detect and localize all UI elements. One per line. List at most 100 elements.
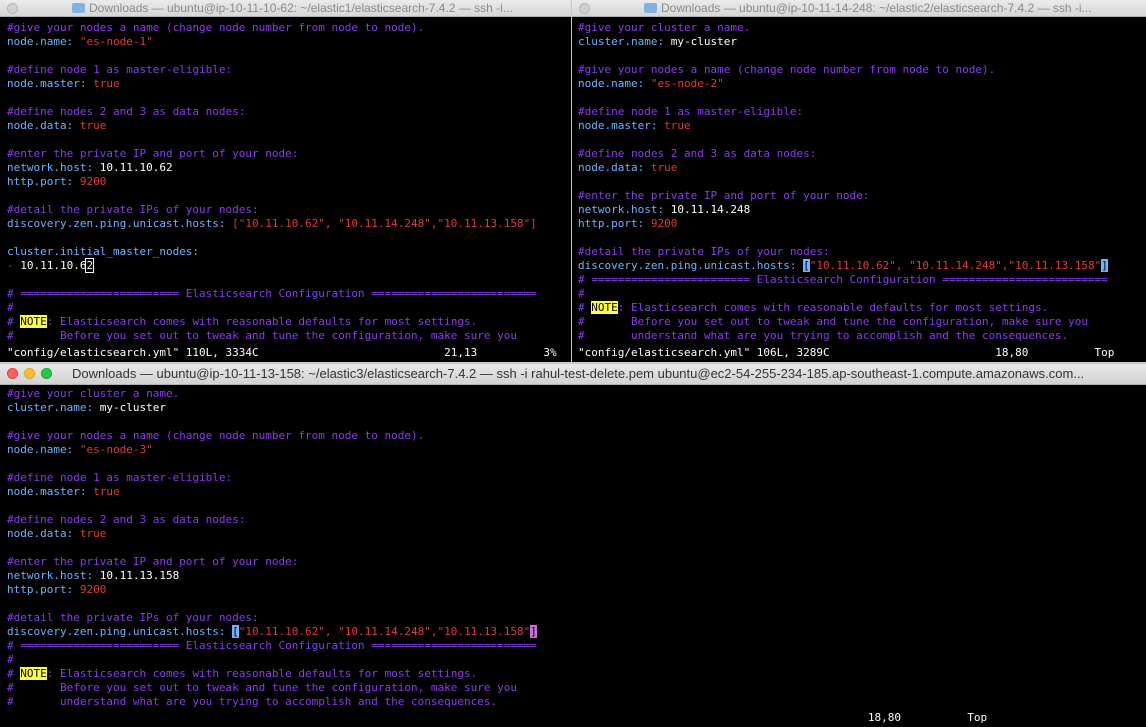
- terminal-content[interactable]: #give your cluster a name. cluster.name: …: [7, 387, 1146, 709]
- terminal-line: #enter the private IP and port of your n…: [7, 147, 571, 161]
- close-icon[interactable]: [7, 3, 18, 14]
- terminal-line: #define nodes 2 and 3 as data nodes:: [7, 513, 1146, 527]
- terminal-content[interactable]: #give your cluster a name. cluster.name: …: [578, 21, 1146, 343]
- terminal-line: #enter the private IP and port of your n…: [578, 189, 1146, 203]
- line-text: # ======================== Elasticsearch…: [7, 639, 537, 652]
- line-text: 9200: [79, 175, 107, 188]
- terminal-line: http.port: 9200: [7, 175, 571, 189]
- terminal-window-node1[interactable]: Downloads — ubuntu@ip-10-11-10-62: ~/ela…: [0, 0, 571, 362]
- line-text: #: [578, 301, 592, 314]
- line-text: # ======================== Elasticsearch…: [7, 287, 537, 300]
- terminal-line: cluster.name: my-cluster: [578, 35, 1146, 49]
- text-cursor: ]: [1101, 259, 1108, 272]
- terminal-line: discovery.zen.ping.unicast.hosts: ["10.1…: [7, 217, 571, 231]
- terminal-line: discovery.zen.ping.unicast.hosts: ["10.1…: [7, 625, 1146, 639]
- line-text: [73, 119, 80, 132]
- terminal-line: # ======================== Elasticsearch…: [7, 639, 1146, 653]
- line-text: #give your cluster a name.: [578, 21, 751, 34]
- line-text: 9200: [650, 217, 678, 230]
- line-text: 10.11.10.6: [13, 259, 87, 272]
- terminal-line: #detail the private IPs of your nodes:: [7, 611, 1146, 625]
- line-text: cluster.name:: [7, 401, 94, 414]
- terminal-line: # NOTE: Elasticsearch comes with reasona…: [7, 667, 1146, 681]
- line-text: true: [79, 119, 107, 132]
- window-title: Downloads — ubuntu@ip-10-11-10-62: ~/ela…: [89, 1, 513, 15]
- terminal-line: #give your nodes a name (change node num…: [578, 63, 1146, 77]
- line-text: # ======================== Elasticsearch…: [578, 273, 1108, 286]
- line-text: # Before you set out to tweak and tune t…: [7, 329, 517, 342]
- line-text: #give your nodes a name (change node num…: [7, 429, 425, 442]
- close-icon[interactable]: [579, 3, 590, 14]
- line-text: -: [7, 259, 14, 272]
- line-text: network.host:: [7, 569, 94, 582]
- line-text: #give your cluster a name.: [7, 387, 180, 400]
- line-text: 10.11.13.158: [93, 569, 180, 582]
- folder-icon: [644, 3, 657, 13]
- terminal-line: - 10.11.10.62: [7, 258, 571, 273]
- terminal-line: node.master: true: [7, 77, 571, 91]
- note-highlight: NOTE: [20, 667, 47, 680]
- terminal-line: # NOTE: Elasticsearch comes with reasona…: [578, 301, 1146, 315]
- line-text: "es-node-1": [79, 35, 153, 48]
- text-cursor: 2: [85, 258, 95, 273]
- line-text: #define node 1 as master-eligible:: [7, 63, 233, 76]
- terminal-window-node3[interactable]: Downloads — ubuntu@ip-10-11-13-158: ~/el…: [0, 364, 1146, 727]
- line-text: # Before you set out to tweak and tune t…: [578, 315, 1088, 328]
- line-text: #: [7, 301, 14, 314]
- line-text: true: [664, 119, 691, 132]
- minimize-button[interactable]: [24, 368, 35, 379]
- line-text: #: [7, 315, 21, 328]
- terminal-line: #enter the private IP and port of your n…: [7, 555, 1146, 569]
- line-text: # Before you set out to tweak and tune t…: [7, 681, 517, 694]
- line-text: "10.11.10.62", "10.11.14.248","10.11.13.…: [809, 259, 1102, 272]
- terminal-line: cluster.name: my-cluster: [7, 401, 1146, 415]
- line-text: #: [7, 653, 14, 666]
- line-text: #define node 1 as master-eligible:: [7, 471, 233, 484]
- terminal-line: node.data: true: [7, 119, 571, 133]
- line-text: [73, 443, 80, 456]
- vim-status-line: "config/elasticsearch.yml" 110L, 3334C 2…: [7, 346, 557, 359]
- close-button[interactable]: [7, 368, 18, 379]
- terminal-line: #define nodes 2 and 3 as data nodes:: [578, 147, 1146, 161]
- terminal-line: # understand what are you trying to acco…: [578, 329, 1146, 343]
- terminal-line: #define nodes 2 and 3 as data nodes:: [7, 105, 571, 119]
- terminal-line: cluster.initial_master_nodes:: [7, 245, 571, 259]
- terminal-content[interactable]: #give your nodes a name (change node num…: [7, 21, 571, 343]
- line-text: node.master:: [7, 77, 87, 90]
- vim-status-line: 18,80 Top: [7, 711, 988, 724]
- line-text: ["10.11.10.62", "10.11.14.248","10.11.13…: [232, 217, 537, 230]
- line-text: #detail the private IPs of your nodes:: [7, 611, 259, 624]
- line-text: #give your nodes a name (change node num…: [578, 63, 996, 76]
- line-text: node.name:: [7, 443, 74, 456]
- terminal-line: # Before you set out to tweak and tune t…: [7, 681, 1146, 695]
- terminal-line: http.port: 9200: [578, 217, 1146, 231]
- terminal-line: #give your nodes a name (change node num…: [7, 21, 571, 35]
- terminal-window-node2[interactable]: Downloads — ubuntu@ip-10-11-14-248: ~/el…: [572, 0, 1146, 362]
- window-titlebar[interactable]: Downloads — ubuntu@ip-10-11-10-62: ~/ela…: [0, 0, 571, 17]
- terminal-line: network.host: 10.11.14.248: [578, 203, 1146, 217]
- line-text: "es-node-2": [650, 77, 724, 90]
- zoom-button[interactable]: [41, 368, 52, 379]
- line-text: discovery.zen.ping.unicast.hosts:: [7, 217, 226, 230]
- terminal-line: node.data: true: [7, 527, 1146, 541]
- terminal-line: network.host: 10.11.10.62: [7, 161, 571, 175]
- line-text: network.host:: [578, 203, 665, 216]
- terminal-line: discovery.zen.ping.unicast.hosts: ["10.1…: [578, 259, 1146, 273]
- line-text: http.port:: [7, 175, 74, 188]
- terminal-line: #detail the private IPs of your nodes:: [7, 203, 571, 217]
- window-titlebar[interactable]: Downloads — ubuntu@ip-10-11-14-248: ~/el…: [572, 0, 1146, 17]
- terminal-line: # Before you set out to tweak and tune t…: [578, 315, 1146, 329]
- vim-status-line: "config/elasticsearch.yml" 106L, 3289C 1…: [578, 346, 1115, 359]
- window-titlebar[interactable]: Downloads — ubuntu@ip-10-11-13-158: ~/el…: [0, 364, 1146, 385]
- terminal-line: # NOTE: Elasticsearch comes with reasona…: [7, 315, 571, 329]
- line-text: #define node 1 as master-eligible:: [578, 105, 804, 118]
- line-text: : Elasticsearch comes with reasonable de…: [46, 315, 478, 328]
- terminal-line: node.name: "es-node-2": [578, 77, 1146, 91]
- terminal-line: # ======================== Elasticsearch…: [7, 287, 571, 301]
- line-text: true: [93, 485, 120, 498]
